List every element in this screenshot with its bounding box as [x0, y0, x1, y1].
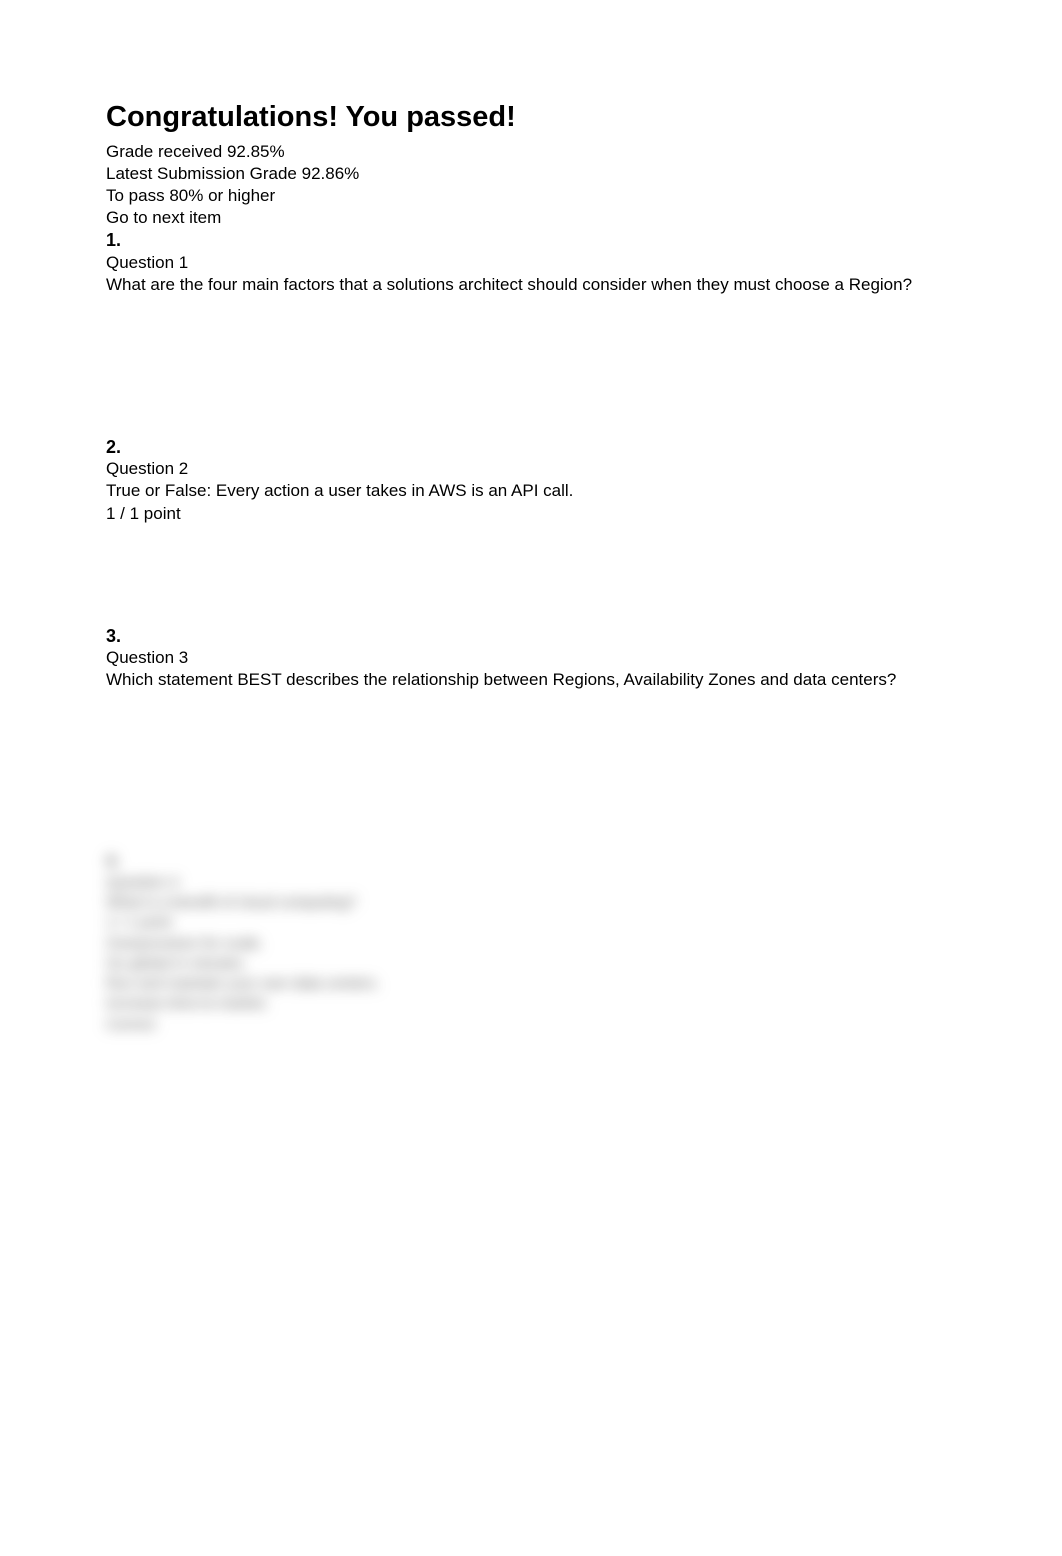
question-text: True or False: Every action a user takes…	[106, 480, 926, 502]
question-block: 2. Question 2 True or False: Every actio…	[106, 436, 956, 525]
latest-grade-line: Latest Submission Grade 92.86%	[106, 163, 956, 185]
question-number: 3.	[106, 625, 956, 648]
question-block: 1. Question 1 What are the four main fac…	[106, 229, 956, 296]
latest-grade-value: 92.86%	[302, 164, 360, 183]
blurred-text: Correct	[106, 1015, 956, 1035]
question-text: Which statement BEST describes the relat…	[106, 669, 926, 691]
blurred-text: Increase time-to-market.	[106, 994, 956, 1014]
question-text: What are the four main factors that a so…	[106, 274, 926, 296]
question-label: Question 2	[106, 458, 956, 480]
blurred-label: Question 4	[106, 873, 956, 893]
grade-received-label: Grade received	[106, 142, 222, 161]
latest-grade-label: Latest Submission Grade	[106, 164, 297, 183]
grade-received-value: 92.85%	[227, 142, 285, 161]
to-pass-label: To pass	[106, 186, 165, 205]
blurred-text: Go global in minutes.	[106, 954, 956, 974]
points-line: 1 / 1 point	[106, 503, 956, 525]
question-number: 2.	[106, 436, 956, 459]
grade-received-line: Grade received 92.85%	[106, 141, 956, 163]
blurred-text: Overprovision for scale.	[106, 934, 956, 954]
go-to-next-item[interactable]: Go to next item	[106, 207, 956, 229]
document-content: Congratulations! You passed! Grade recei…	[0, 0, 1062, 1035]
page-title: Congratulations! You passed!	[106, 100, 956, 135]
question-number: 1.	[106, 229, 956, 252]
blurred-text: Run and maintain your own data centers.	[106, 974, 956, 994]
question-label: Question 3	[106, 647, 956, 669]
to-pass-line: To pass 80% or higher	[106, 185, 956, 207]
question-label: Question 1	[106, 252, 956, 274]
question-block: 3. Question 3 Which statement BEST descr…	[106, 625, 956, 692]
to-pass-value: 80% or higher	[169, 186, 275, 205]
blurred-number: 4.	[106, 851, 956, 873]
blurred-text: 1 / 1 point	[106, 913, 956, 933]
blurred-text: What is a benefit of cloud computing?	[106, 893, 956, 913]
blurred-content: 4. Question 4 What is a benefit of cloud…	[106, 851, 956, 1035]
